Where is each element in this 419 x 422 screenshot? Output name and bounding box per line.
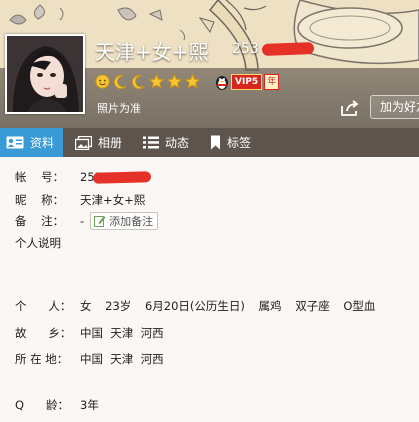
tab-label: 动态 [165, 136, 190, 150]
qq-age-value: 3年 [80, 398, 99, 412]
redaction-mark [261, 42, 315, 56]
tab-tags[interactable]: 标签 [204, 128, 260, 157]
vip-badge[interactable]: VIP5 年 [215, 74, 280, 90]
location-label: 所 在 地： [15, 352, 69, 366]
bio-label: 个人说明 [15, 236, 61, 250]
tab-label: 相册 [98, 136, 123, 150]
star-icon [185, 73, 200, 88]
zodiac-value: 属鸡 [258, 299, 282, 313]
tab-label: 标签 [227, 136, 252, 150]
hometown-row: 故 乡： 中国 天津 河西 [15, 325, 164, 341]
constellation-value: 双子座 [295, 299, 330, 313]
age-value: 23岁 [105, 299, 132, 313]
vip-level: VIP5 [231, 74, 263, 90]
account-row: 帐 号： 253 [15, 169, 102, 185]
bookmark-icon [211, 135, 221, 150]
edit-note-icon [94, 216, 106, 227]
profile-nickname: 天津+女+熙 [95, 40, 209, 64]
tab-label: 资料 [30, 136, 55, 150]
add-remark-label: 添加备注 [109, 215, 154, 228]
location-row: 所 在 地： 中国 天津 河西 [15, 351, 164, 367]
redaction-mark [92, 171, 152, 184]
star-icon [149, 73, 164, 88]
gender-value: 女 [80, 299, 92, 313]
qq-penguin-icon [216, 76, 228, 90]
account-label: 帐 号： [15, 170, 65, 184]
tab-feed[interactable]: 动态 [137, 128, 198, 157]
personal-row: 个 人： 女 23岁 6月20日(公历生日) 属鸡 双子座 O型血 [15, 298, 385, 314]
remark-label: 备 注： [15, 214, 65, 228]
star-icon [167, 73, 182, 88]
avatar-photo [7, 36, 83, 112]
bio-row: 个人说明 [15, 235, 61, 251]
nickname-label: 昵 称： [15, 193, 65, 207]
profile-tabs: 资料 相册 动态 标签 [0, 128, 419, 157]
qq-age-label: Q 龄： [15, 398, 69, 412]
profile-card-icon [6, 136, 24, 149]
feed-list-icon [143, 136, 160, 149]
personal-label: 个 人： [15, 299, 72, 313]
remark-row: 备 注： - 添加备注 [15, 212, 159, 230]
moon-icon [114, 74, 127, 89]
moon-icon [132, 74, 145, 89]
add-friend-button[interactable]: 加为好友 [370, 95, 419, 119]
tab-profile[interactable]: 资料 [0, 128, 64, 157]
photo-real-text: 照片为准 [97, 102, 141, 115]
personal-values: 女 23岁 6月20日(公历生日) 属鸡 双子座 O型血 [80, 298, 385, 314]
profile-info-panel: 帐 号： 253 昵 称： 天津+女+熙 备 注： - 添加备注 个人说明 个 … [0, 157, 419, 422]
share-icon[interactable] [340, 99, 360, 117]
qq-level[interactable] [95, 73, 203, 89]
blood-type-value: O型血 [343, 299, 376, 313]
nickname-value: 天津+女+熙 [80, 193, 146, 207]
profile-number: 253 [232, 41, 259, 57]
avatar[interactable] [5, 34, 85, 114]
nickname-row: 昵 称： 天津+女+熙 [15, 192, 145, 208]
tab-album[interactable]: 相册 [69, 128, 131, 157]
location-value: 中国 天津 河西 [80, 352, 164, 366]
birthday-value: 6月20日(公历生日) [144, 299, 245, 313]
vip-year: 年 [264, 74, 280, 90]
remark-value: - [80, 214, 85, 228]
qq-age-row: Q 龄： 3年 [15, 397, 99, 413]
sun-icon [95, 73, 110, 89]
album-icon [75, 135, 93, 150]
hometown-label: 故 乡： [15, 326, 72, 340]
add-remark-button[interactable]: 添加备注 [90, 212, 159, 230]
hometown-value: 中国 天津 河西 [80, 326, 164, 340]
profile-header: 天津+女+熙 253 VIP5 年 照片为准 加为好友 [0, 0, 419, 128]
